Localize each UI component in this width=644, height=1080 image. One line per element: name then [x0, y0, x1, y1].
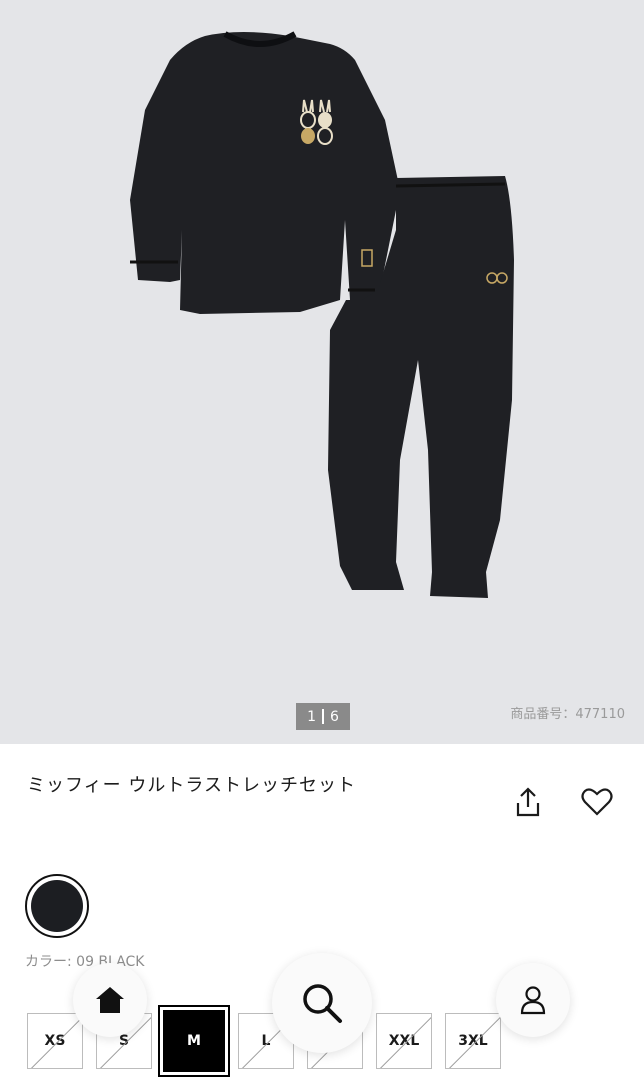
product-image — [130, 31, 514, 598]
size-option-xs[interactable]: XS — [27, 1013, 83, 1069]
heart-icon — [581, 788, 613, 816]
account-icon — [520, 986, 546, 1015]
size-option-xxl[interactable]: XXL — [376, 1013, 432, 1069]
size-option-m[interactable]: M — [158, 1005, 230, 1077]
size-label: 3XL — [458, 1033, 488, 1049]
home-icon — [96, 987, 124, 1013]
image-pager: 1 6 — [296, 703, 350, 730]
pager-total: 6 — [330, 708, 339, 725]
unavailable-strike — [447, 1014, 500, 1068]
search-icon — [303, 984, 342, 1023]
nav-home-button[interactable] — [73, 963, 147, 1037]
size-label: M — [187, 1033, 201, 1049]
share-button[interactable] — [511, 785, 545, 819]
color-swatch-fill — [31, 880, 83, 932]
favorite-button[interactable] — [580, 785, 614, 819]
unavailable-strike — [378, 1014, 431, 1068]
nav-search-button[interactable] — [272, 953, 372, 1053]
unavailable-strike — [29, 1014, 82, 1068]
nav-account-button[interactable] — [496, 963, 570, 1037]
product-title: ミッフィー ウルトラストレッチセット — [27, 775, 356, 796]
share-icon — [516, 787, 540, 817]
color-swatch-black[interactable] — [25, 874, 89, 938]
product-number: 商品番号：477110 — [510, 707, 625, 722]
product-image-gallery[interactable]: 1 6 商品番号：477110 — [0, 0, 644, 744]
pager-current: 1 — [307, 708, 316, 725]
size-option-3xl[interactable]: 3XL — [445, 1013, 501, 1069]
size-label: XXL — [388, 1033, 420, 1049]
pager-divider — [322, 709, 324, 724]
